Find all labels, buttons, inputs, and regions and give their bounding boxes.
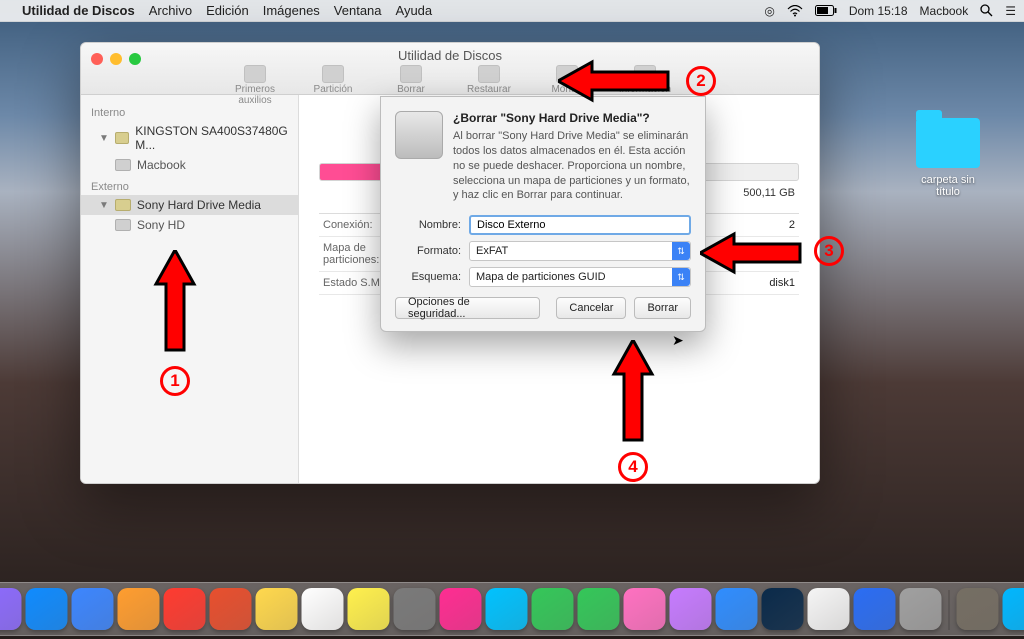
chevron-updown-icon: ⇅ — [672, 242, 690, 260]
sidebar-item-label: KINGSTON SA400S37480G M... — [135, 124, 290, 152]
dock-app-15[interactable] — [624, 588, 666, 630]
sheet-description: Al borrar "Sony Hard Drive Media" se eli… — [453, 129, 691, 203]
dock-app-4[interactable] — [118, 588, 160, 630]
info-value: Disco — [767, 242, 795, 266]
dock-app-11[interactable] — [440, 588, 482, 630]
sidebar-item-sony-media[interactable]: ▼ Sony Hard Drive Media — [81, 195, 298, 215]
menu-ayuda[interactable]: Ayuda — [396, 3, 433, 18]
dock-app-22[interactable] — [957, 588, 999, 630]
scheme-select[interactable]: Mapa de particiones GUID ⇅ — [469, 267, 691, 287]
capacity-value: 500,11 GB — [743, 187, 795, 199]
disclosure-icon[interactable]: ▼ — [99, 200, 109, 211]
format-value: ExFAT — [476, 245, 508, 257]
window-minimize-button[interactable] — [110, 53, 122, 65]
folder-icon — [916, 118, 980, 168]
dock-app-19[interactable] — [808, 588, 850, 630]
dock-app-23[interactable] — [1003, 588, 1024, 630]
scheme-label: Esquema: — [395, 271, 461, 283]
airdrop-icon[interactable]: ◎ — [764, 4, 774, 18]
volume-icon — [115, 219, 131, 231]
desktop-folder-label: carpeta sin título — [908, 174, 988, 198]
sidebar-item-kingston[interactable]: ▼ KINGSTON SA400S37480G M... — [81, 121, 298, 155]
menubar-clock[interactable]: Dom 15:18 — [849, 4, 908, 18]
sidebar-item-sony-hd[interactable]: Sony HD — [81, 215, 298, 235]
battery-icon[interactable] — [815, 5, 837, 16]
sidebar: Interno ▼ KINGSTON SA400S37480G M... Mac… — [81, 95, 299, 483]
dock-separator — [949, 590, 950, 630]
dock — [0, 582, 1024, 636]
cancel-button[interactable]: Cancelar — [556, 297, 626, 319]
disk-large-icon — [395, 111, 443, 159]
sheet-title: ¿Borrar "Sony Hard Drive Media"? — [453, 111, 691, 125]
format-select[interactable]: ExFAT ⇅ — [469, 241, 691, 261]
dock-app-10[interactable] — [394, 588, 436, 630]
format-label: Formato: — [395, 245, 461, 257]
toolbar-first-aid[interactable]: Primeros auxilios — [217, 65, 293, 106]
dock-app-14[interactable] — [578, 588, 620, 630]
window-titlebar: Utilidad de Discos Primeros auxilios Par… — [81, 43, 819, 95]
sidebar-item-label: Sony HD — [137, 218, 185, 232]
volume-icon — [115, 159, 131, 171]
dock-app-9[interactable] — [348, 588, 390, 630]
dock-app-1[interactable] — [0, 588, 22, 630]
dock-app-16[interactable] — [670, 588, 712, 630]
sidebar-item-label: Sony Hard Drive Media — [137, 198, 261, 212]
dock-app-6[interactable] — [210, 588, 252, 630]
menubar-user[interactable]: Macbook — [920, 4, 969, 18]
info-key: Conexión: — [323, 219, 373, 231]
dock-app-13[interactable] — [532, 588, 574, 630]
disk-icon — [115, 132, 129, 144]
dock-app-20[interactable] — [854, 588, 896, 630]
notifications-icon[interactable]: ☰ — [1005, 4, 1016, 18]
info-value: 2 — [789, 219, 795, 231]
chevron-updown-icon: ⇅ — [672, 268, 690, 286]
dock-app-12[interactable] — [486, 588, 528, 630]
desktop-folder[interactable]: carpeta sin título — [908, 118, 988, 198]
name-label: Nombre: — [395, 219, 461, 231]
app-menu[interactable]: Utilidad de Discos — [22, 3, 135, 18]
scheme-value: Mapa de particiones GUID — [476, 271, 606, 283]
window-close-button[interactable] — [91, 53, 103, 65]
menu-archivo[interactable]: Archivo — [149, 3, 192, 18]
window-title: Utilidad de Discos — [81, 43, 819, 63]
dock-app-21[interactable] — [900, 588, 942, 630]
dock-app-2[interactable] — [26, 588, 68, 630]
info-value: disk1 — [769, 277, 795, 289]
window-zoom-button[interactable] — [129, 53, 141, 65]
spotlight-icon[interactable] — [980, 4, 993, 17]
menu-edicion[interactable]: Edición — [206, 3, 249, 18]
dock-app-18[interactable] — [762, 588, 804, 630]
sidebar-item-label: Macbook — [137, 158, 186, 172]
menu-ventana[interactable]: Ventana — [334, 3, 382, 18]
erase-button[interactable]: Borrar — [634, 297, 691, 319]
disk-icon — [115, 199, 131, 211]
name-input[interactable] — [469, 215, 691, 235]
dock-app-17[interactable] — [716, 588, 758, 630]
dock-app-7[interactable] — [256, 588, 298, 630]
dock-app-3[interactable] — [72, 588, 114, 630]
disclosure-icon[interactable]: ▼ — [99, 133, 109, 144]
dock-app-8[interactable] — [302, 588, 344, 630]
dock-app-5[interactable] — [164, 588, 206, 630]
wifi-icon[interactable] — [787, 5, 803, 17]
erase-sheet: ¿Borrar "Sony Hard Drive Media"? Al borr… — [380, 96, 706, 332]
menu-imagenes[interactable]: Imágenes — [263, 3, 320, 18]
sidebar-section-external: Externo — [81, 175, 298, 195]
sidebar-item-macbook[interactable]: Macbook — [81, 155, 298, 175]
menubar: Utilidad de Discos Archivo Edición Imáge… — [0, 0, 1024, 22]
security-options-button[interactable]: Opciones de seguridad... — [395, 297, 540, 319]
